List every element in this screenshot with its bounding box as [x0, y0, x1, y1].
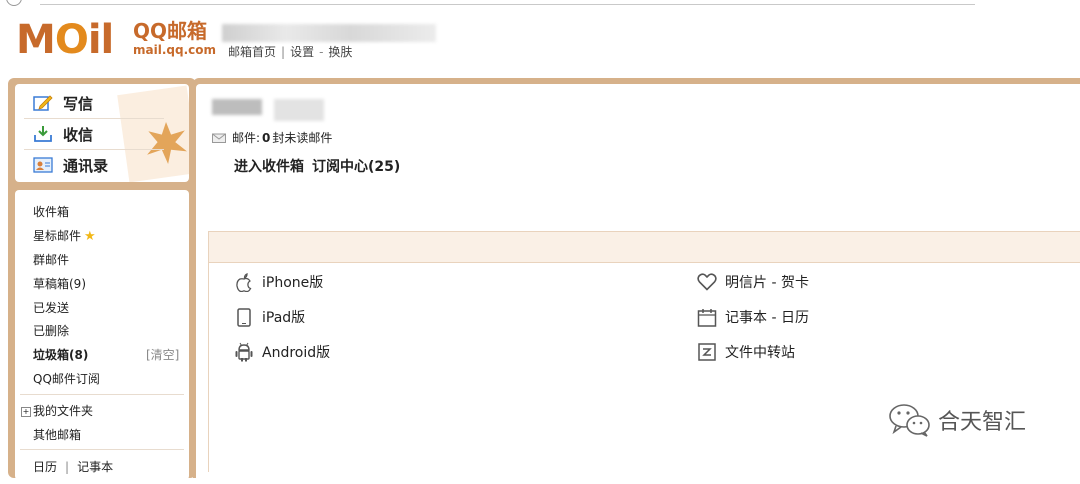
browser-button[interactable]	[6, 0, 22, 6]
mail-unread-label: 封未读邮件	[272, 131, 333, 145]
app-notes-calendar[interactable]: 记事本 - 日历	[697, 307, 809, 327]
apple-icon	[234, 272, 254, 292]
nav-spam[interactable]: 垃圾箱(8)	[33, 346, 88, 363]
nav-subscriptions[interactable]: QQ邮件订阅	[33, 370, 100, 387]
contacts-icon	[33, 157, 53, 173]
app-android[interactable]: Android版	[234, 342, 330, 362]
wechat-icon	[889, 404, 930, 437]
logo-moil: MOil	[16, 17, 114, 63]
nav-calendar-notes: 日历 | 记事本	[33, 460, 114, 474]
inbox-download-icon	[34, 126, 52, 142]
nav-starred-label: 星标邮件	[33, 229, 82, 243]
my-folders-label: 我的文件夹	[33, 404, 94, 418]
app-notes-calendar-label: 记事本 - 日历	[725, 310, 809, 326]
star-icon: ★	[84, 229, 96, 244]
compose-icon	[33, 95, 53, 111]
nav-notes[interactable]: 记事本	[77, 460, 113, 474]
mail-summary: 邮件: 0 封未读邮件	[212, 129, 332, 146]
app-file-transfer-label: 文件中转站	[725, 345, 795, 361]
nav-inbox[interactable]: 收件箱	[33, 203, 69, 220]
calendar-icon	[697, 307, 717, 327]
logo-title: QQ邮箱	[133, 19, 208, 43]
subscription-center-link[interactable]: 订阅中心(25)	[312, 159, 400, 175]
logo-subtitle: mail.qq.com	[133, 43, 216, 57]
clear-spam-link[interactable]: [清空]	[146, 346, 179, 363]
nav-group-mail[interactable]: 群邮件	[33, 251, 69, 268]
blurred-account-name	[222, 24, 436, 42]
divider	[20, 394, 184, 395]
blurred-greeting	[212, 99, 262, 115]
app-iphone-label: iPhone版	[262, 275, 324, 291]
nav-deleted[interactable]: 已删除	[33, 322, 69, 339]
nav-other-mailboxes[interactable]: 其他邮箱	[33, 426, 81, 443]
link-skin[interactable]: 换肤	[328, 45, 352, 59]
blurred-username	[274, 99, 324, 121]
nav-drafts[interactable]: 草稿箱(9)	[33, 275, 86, 292]
app-ipad[interactable]: iPad版	[234, 307, 305, 327]
app-iphone[interactable]: iPhone版	[234, 272, 323, 292]
compose-label: 写信	[63, 94, 94, 113]
nav-calendar[interactable]: 日历	[33, 460, 57, 474]
mail-count: 0	[262, 130, 271, 145]
header-links: 邮箱首页 | 设置 - 换肤	[228, 45, 353, 59]
apps-header-bar	[208, 231, 1080, 263]
android-icon	[234, 342, 254, 362]
app-postcard-label: 明信片 - 贺卡	[725, 275, 809, 291]
link-mail-home[interactable]: 邮箱首页	[228, 45, 276, 59]
goto-inbox-link[interactable]: 进入收件箱	[234, 159, 304, 175]
link-settings[interactable]: 设置	[290, 45, 314, 59]
file-transfer-icon	[697, 342, 717, 362]
nav-sent[interactable]: 已发送	[33, 299, 69, 316]
mail-label: 邮件:	[232, 131, 261, 145]
divider	[20, 449, 184, 450]
app-postcard[interactable]: 明信片 - 贺卡	[697, 272, 809, 292]
nav-starred[interactable]: 星标邮件 ★	[33, 227, 96, 244]
address-bar[interactable]	[40, 0, 975, 5]
contacts-label: 通讯录	[63, 156, 109, 175]
apps-panel	[208, 262, 1080, 472]
browser-top-edge	[0, 0, 1080, 8]
expand-icon[interactable]: +	[21, 406, 31, 417]
receive-button[interactable]: 收信	[33, 119, 93, 149]
app-android-label: Android版	[262, 345, 331, 361]
nav-my-folders[interactable]: + 我的文件夹	[21, 402, 93, 419]
compose-button[interactable]: 写信	[33, 88, 93, 118]
app-file-transfer[interactable]: 文件中转站	[697, 342, 795, 362]
app-ipad-label: iPad版	[262, 310, 306, 326]
main-links: 进入收件箱 订阅中心(25)	[234, 156, 408, 176]
contacts-button[interactable]: 通讯录	[33, 150, 108, 180]
receive-label: 收信	[63, 125, 94, 144]
tablet-icon	[234, 307, 254, 327]
heart-icon	[697, 272, 717, 292]
watermark-text: 合天智汇	[938, 410, 1027, 435]
watermark: 合天智汇	[888, 402, 1026, 438]
envelope-icon	[212, 133, 226, 143]
